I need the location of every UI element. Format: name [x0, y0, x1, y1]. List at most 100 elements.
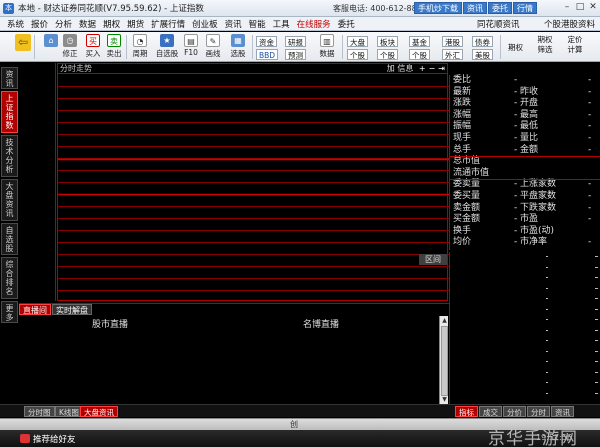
menu-stock-hk-info[interactable]: 个股港股资料 — [544, 18, 595, 30]
filter-icon: ▦ — [231, 34, 245, 47]
intraday-chart[interactable]: 分时走势 加 信息 + − ⇥ 区间 — [57, 63, 449, 301]
menu-options[interactable]: 期权 — [103, 18, 120, 30]
quote-label: 总手 — [453, 144, 472, 155]
quote-link[interactable]: 行情 — [513, 2, 537, 14]
tab-technical-analysis[interactable]: 技术分析 — [1, 135, 18, 177]
tab-intraday[interactable]: 分时图 — [24, 406, 55, 417]
tab-ranking[interactable]: 综合排名 — [1, 257, 18, 299]
news-link[interactable]: 资讯 — [463, 2, 487, 14]
sell-button[interactable]: 卖 卖出 — [104, 34, 124, 60]
home-button[interactable]: ⌂ — [44, 34, 58, 60]
menu-gem[interactable]: 创业板 — [192, 18, 218, 30]
tick-mark — [595, 277, 598, 278]
quote-value: - — [514, 179, 518, 190]
tab-watchlist[interactable]: 自选股 — [1, 223, 18, 255]
info-button[interactable]: 信息 — [397, 64, 413, 73]
sector-button[interactable]: 板块 — [377, 36, 398, 47]
range-button[interactable]: 区间 — [419, 254, 447, 265]
menu-smart[interactable]: 智能 — [249, 18, 266, 30]
stock-button-3[interactable]: 个股 — [409, 49, 430, 60]
option-screen-button[interactable]: 期权筛选 — [534, 35, 556, 57]
menu-tools[interactable]: 工具 — [273, 18, 290, 30]
quote-label: 最高 — [520, 109, 539, 120]
menu-ths-news[interactable]: 同花顺资讯 — [477, 18, 520, 30]
mobile-download-link[interactable]: 手机炒下载 — [414, 2, 462, 14]
fix-button[interactable]: ◷ 修正 — [60, 34, 80, 60]
draw-line-button[interactable]: ✎ 画线 — [203, 34, 223, 60]
tab-market-info[interactable]: 大盘资讯 — [80, 406, 118, 417]
tab-realtime-commentary[interactable]: 实时解盘 — [52, 304, 92, 315]
tick-panel — [449, 252, 600, 404]
menu-news[interactable]: 资讯 — [225, 18, 242, 30]
menu-quote[interactable]: 报价 — [31, 18, 48, 30]
trade-link[interactable]: 委托 — [488, 2, 512, 14]
options-button[interactable]: 期权 — [506, 42, 525, 53]
tab-price-dist[interactable]: 分价 — [503, 406, 526, 417]
watchlist-button[interactable]: ★ 自选股 — [154, 34, 180, 60]
scroll-thumb[interactable] — [441, 326, 448, 396]
pricing-calc-button[interactable]: 定价计算 — [564, 35, 586, 57]
menu-data[interactable]: 数据 — [79, 18, 96, 30]
tab-market-news[interactable]: 大盘资讯 — [1, 179, 18, 221]
stock-button-2[interactable]: 个股 — [377, 49, 398, 60]
news-scrollbar[interactable]: ▲ ▼ — [439, 316, 448, 404]
fund-button[interactable]: 基金 — [409, 36, 430, 47]
tab-more[interactable]: 更多 — [1, 301, 18, 323]
app-logo-icon: 本 — [3, 2, 14, 14]
quote-label: 市盈 — [520, 214, 539, 225]
tick-mark — [546, 319, 548, 320]
menu-online-service[interactable]: 在线服务 — [297, 18, 331, 30]
menu-system[interactable]: 系统 — [7, 18, 24, 30]
quote-panel: 委比 - - 最新 - 昨收 - 涨跌 - 开盘 - 涨幅 - 最高 - 振幅 - 最低 - 现手 - 量比 - 总手 - 金额 -… — [449, 75, 600, 250]
quote-label: 委卖量 — [453, 179, 481, 190]
tab-news[interactable]: 资讯 — [1, 67, 18, 89]
news-tabs: 直播间 实时解盘 — [19, 304, 93, 315]
tab-sh-index[interactable]: 上证指数 — [1, 91, 18, 133]
bbd-button[interactable]: BBD — [256, 49, 279, 60]
quote-label: 总市值 — [453, 156, 481, 167]
tab-info[interactable]: 资讯 — [551, 406, 574, 417]
menu-analysis[interactable]: 分析 — [55, 18, 72, 30]
recommend-friend-link[interactable]: 推荐给好友 — [33, 433, 76, 445]
back-button[interactable]: ⇦ — [14, 34, 32, 60]
hk-stock-button[interactable]: 港股 — [442, 36, 463, 47]
close-icon[interactable]: ✕ — [587, 2, 599, 14]
tab-trades[interactable]: 成交 — [479, 406, 502, 417]
forex-button[interactable]: 外汇 — [442, 49, 463, 60]
stock-button-1[interactable]: 个股 — [347, 49, 368, 60]
plus-icon[interactable]: + — [419, 64, 426, 73]
fund-flow-button[interactable]: 资金 — [256, 36, 277, 47]
quote-label: 流通市值 — [453, 167, 490, 178]
scroll-down-icon[interactable]: ▼ — [440, 395, 449, 404]
minimize-icon[interactable]: – — [561, 2, 573, 14]
market-button[interactable]: 大盘 — [347, 36, 368, 47]
tab-live-room[interactable]: 直播间 — [19, 304, 51, 315]
minus-icon[interactable]: − — [429, 64, 436, 73]
quote-value: - — [514, 86, 518, 97]
us-stock-button[interactable]: 美股 — [472, 49, 493, 60]
tab-indicator[interactable]: 指标 — [455, 406, 478, 417]
quote-label: 平盘家数 — [520, 191, 557, 201]
expand-icon[interactable]: ⇥ — [438, 64, 445, 73]
f10-button[interactable]: ▤ F10 — [182, 34, 200, 60]
quote-label: 委比 — [453, 75, 472, 85]
menu-trade[interactable]: 委托 — [338, 18, 355, 30]
add-button[interactable]: 加 — [387, 64, 395, 73]
data-button[interactable]: ▥ 数据 — [316, 34, 338, 60]
scroll-up-icon[interactable]: ▲ — [440, 316, 449, 325]
maximize-icon[interactable]: □ — [574, 2, 586, 14]
research-button[interactable]: 研报 — [285, 36, 306, 47]
quote-divider — [450, 178, 600, 180]
stock-pick-button[interactable]: ▦ 选股 — [228, 34, 248, 60]
tab-minute[interactable]: 分时 — [527, 406, 550, 417]
period-button[interactable]: ◔ 周期 — [128, 34, 152, 60]
tick-mark — [595, 371, 598, 373]
bond-button[interactable]: 债券 — [472, 36, 493, 47]
menu-extended[interactable]: 扩展行情 — [151, 18, 185, 30]
tab-kline[interactable]: K线图 — [55, 406, 83, 417]
quote-label: 下跌家数 — [520, 202, 557, 213]
forecast-button[interactable]: 预测 — [285, 49, 306, 60]
menu-futures[interactable]: 期货 — [127, 18, 144, 30]
quote-value: - — [588, 121, 592, 132]
buy-button[interactable]: 买 买入 — [83, 34, 103, 60]
